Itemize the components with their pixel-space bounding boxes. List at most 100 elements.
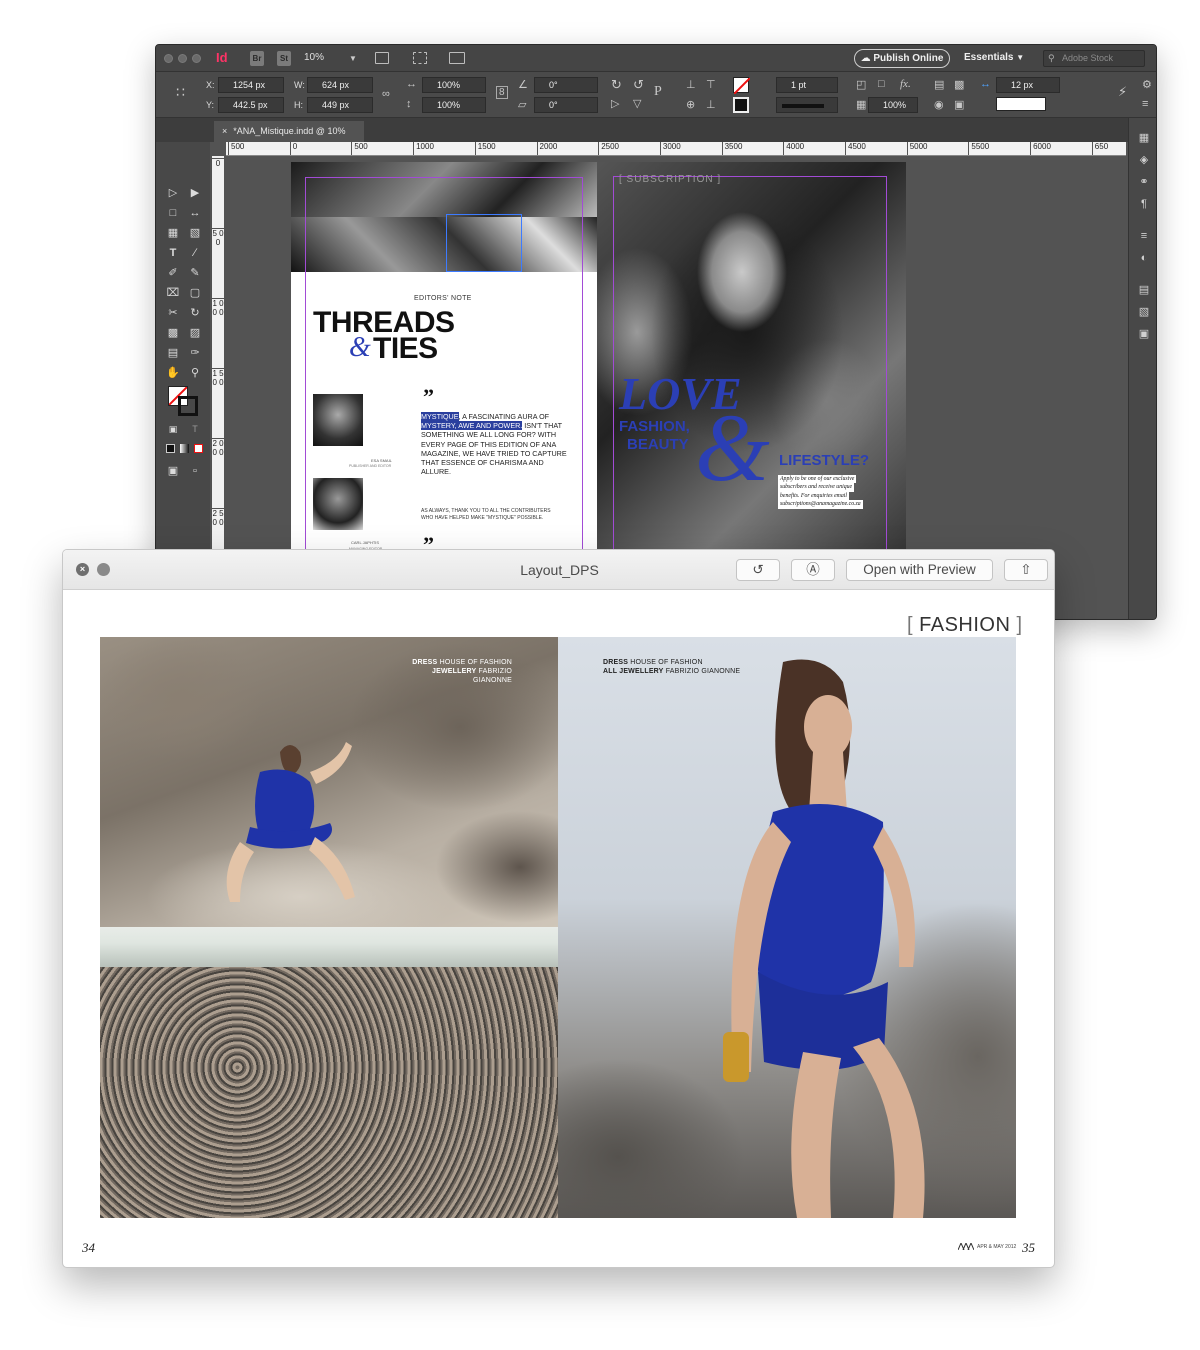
fit-frame-icon[interactable]: ▣ bbox=[954, 98, 964, 111]
y-value: 442.5 px bbox=[233, 100, 268, 110]
y-field[interactable]: 442.5 px bbox=[218, 97, 284, 113]
share-button[interactable]: ⇧ bbox=[1004, 559, 1048, 581]
align-panel-icon[interactable]: ▤ bbox=[1137, 284, 1151, 296]
gradient-swatch-tool-icon[interactable]: ▩ bbox=[166, 326, 180, 340]
swatches-panel-icon[interactable]: ◐ bbox=[1137, 252, 1151, 264]
minimize-window-button[interactable] bbox=[178, 54, 187, 63]
bridge-button[interactable]: Br bbox=[250, 51, 264, 66]
magazine-spread: [ FASHION ] DRESS HOUSE OF FASHION JEWEL… bbox=[65, 592, 1052, 1266]
rotate-angle-icon: ∠ bbox=[518, 79, 528, 91]
document-tab[interactable]: × *ANA_Mistique.indd @ 10% bbox=[214, 121, 364, 142]
preview-mode-icon[interactable]: ▫ bbox=[188, 464, 202, 478]
stroke-weight-field[interactable]: 1 pt bbox=[776, 77, 838, 93]
close-window-button[interactable] bbox=[164, 54, 173, 63]
normal-view-icon[interactable]: ▣ bbox=[166, 464, 180, 478]
shear-angle-icon: ▱ bbox=[518, 99, 527, 111]
effects-fx-icon[interactable]: fx. bbox=[900, 78, 911, 90]
free-transform-tool-icon[interactable]: ↻ bbox=[188, 306, 202, 320]
drop-shadow-icon[interactable]: □ bbox=[878, 78, 885, 90]
editors-note-kicker: EDITORS' NOTE bbox=[414, 295, 472, 302]
note-tool-icon[interactable]: ▤ bbox=[166, 346, 180, 360]
links-panel-icon[interactable]: ⚭ bbox=[1137, 176, 1151, 188]
wrap-around-icon[interactable]: ▩ bbox=[954, 78, 964, 91]
align-center-icon[interactable]: ⊕ bbox=[686, 98, 695, 111]
layers-panel-icon[interactable]: ◈ bbox=[1137, 154, 1151, 166]
distribute-icon[interactable]: ⊤ bbox=[706, 78, 716, 91]
rotate-field[interactable]: 0° bbox=[534, 77, 598, 93]
scale-x-icon: ↔ bbox=[406, 78, 417, 90]
flip-vertical-icon[interactable]: ▽ bbox=[633, 97, 641, 110]
paragraph-p-icon[interactable]: P bbox=[654, 84, 662, 100]
rotate-clockwise-icon[interactable]: ↻ bbox=[611, 77, 622, 93]
x-field[interactable]: 1254 px bbox=[218, 77, 284, 93]
frame-fitting-preview[interactable] bbox=[996, 97, 1046, 111]
align-bottom-icon[interactable]: ⊥ bbox=[706, 98, 716, 111]
scissors-tool-icon[interactable]: ✂ bbox=[166, 306, 180, 320]
direct-selection-tool-icon[interactable]: ▶ bbox=[188, 186, 202, 200]
hand-tool-icon[interactable]: ✋ bbox=[166, 366, 180, 380]
pencil-tool-icon[interactable]: ✎ bbox=[188, 266, 202, 280]
object-styles-panel-icon[interactable]: ▣ bbox=[1137, 328, 1151, 340]
width-field[interactable]: 624 px bbox=[307, 77, 373, 93]
editors-note-thanks: AS ALWAYS, THANK YOU TO ALL THE CONTRIBU… bbox=[421, 508, 551, 521]
stroke-color-swatch[interactable] bbox=[178, 396, 198, 416]
flip-horizontal-icon[interactable]: ▷ bbox=[611, 97, 619, 110]
stroke-swatch[interactable] bbox=[733, 97, 749, 113]
paragraph-panel-icon[interactable]: ¶ bbox=[1137, 198, 1151, 210]
stock-button[interactable]: St bbox=[277, 51, 291, 66]
rotate-counterclockwise-icon[interactable]: ↺ bbox=[633, 77, 644, 93]
selection-tool-icon[interactable]: ▷ bbox=[166, 186, 180, 200]
publish-online-button[interactable]: ☁ Publish Online bbox=[854, 49, 950, 68]
markup-button[interactable]: Ⓐ bbox=[791, 559, 835, 581]
height-field[interactable]: 449 px bbox=[307, 97, 373, 113]
stroke-panel-icon[interactable]: ≡ bbox=[1137, 230, 1151, 242]
line-tool-icon[interactable]: ∕ bbox=[188, 246, 202, 260]
lightning-icon[interactable]: ⚡ bbox=[1118, 84, 1127, 100]
corner-options-icon[interactable]: ◰ bbox=[856, 78, 866, 91]
screen-mode-icon[interactable] bbox=[413, 52, 427, 64]
apply-color-icon[interactable] bbox=[166, 444, 175, 453]
fill-swatch[interactable] bbox=[733, 77, 751, 95]
auto-fit-icon[interactable]: ◉ bbox=[934, 98, 944, 111]
gap-field[interactable]: 12 px bbox=[996, 77, 1060, 93]
gear-icon[interactable]: ⚙ bbox=[1142, 78, 1152, 91]
gap-tool-icon[interactable]: ↔ bbox=[188, 206, 202, 220]
close-tab-icon[interactable]: × bbox=[222, 126, 227, 136]
scale-x-field[interactable]: 100% bbox=[422, 77, 486, 93]
zoom-tool-icon[interactable]: ⚲ bbox=[188, 366, 202, 380]
scale-y-field[interactable]: 100% bbox=[422, 97, 486, 113]
text-wrap-icon[interactable]: ▤ bbox=[934, 78, 944, 91]
gradient-feather-tool-icon[interactable]: ▨ bbox=[188, 326, 202, 340]
content-collector-icon[interactable]: ▦ bbox=[166, 226, 180, 240]
formatting-text-icon[interactable]: T bbox=[188, 422, 202, 436]
arrange-documents-icon[interactable] bbox=[449, 52, 465, 64]
pathfinder-panel-icon[interactable]: ▧ bbox=[1137, 306, 1151, 318]
opacity-field[interactable]: 100% bbox=[868, 97, 918, 113]
stroke-style-select[interactable] bbox=[776, 97, 838, 113]
pages-panel-icon[interactable]: ▦ bbox=[1137, 132, 1151, 144]
rectangle-tool-icon[interactable]: ▢ bbox=[188, 286, 202, 300]
content-placer-icon[interactable]: ▧ bbox=[188, 226, 202, 240]
rotate-button[interactable]: ↺ bbox=[736, 559, 780, 581]
type-tool-icon[interactable]: T bbox=[166, 246, 180, 260]
view-options-icon[interactable] bbox=[375, 52, 389, 64]
open-with-preview-button[interactable]: Open with Preview bbox=[846, 559, 993, 581]
apply-gradient-icon[interactable] bbox=[180, 444, 189, 453]
reference-point-icon[interactable]: ∷ bbox=[176, 84, 185, 101]
constrain-link-icon[interactable]: ∞ bbox=[382, 88, 390, 100]
zoom-level[interactable]: 10% bbox=[304, 52, 324, 63]
zoom-window-button[interactable] bbox=[192, 54, 201, 63]
apply-none-icon[interactable] bbox=[194, 444, 203, 453]
constrain-scale-icon[interactable]: 8 bbox=[496, 86, 508, 99]
page-tool-icon[interactable]: □ bbox=[166, 206, 180, 220]
eyedropper-tool-icon[interactable]: ✑ bbox=[188, 346, 202, 360]
chevron-down-icon[interactable]: ▼ bbox=[349, 54, 357, 63]
stock-search-input[interactable]: ⚲ Adobe Stock bbox=[1043, 50, 1145, 67]
align-top-icon[interactable]: ⊥ bbox=[686, 78, 696, 91]
pen-tool-icon[interactable]: ✐ bbox=[166, 266, 180, 280]
shear-field[interactable]: 0° bbox=[534, 97, 598, 113]
workspace-switcher[interactable]: Essentials ▼ bbox=[964, 52, 1024, 63]
panel-menu-icon[interactable]: ≡ bbox=[1142, 98, 1148, 110]
rectangle-frame-tool-icon[interactable]: ⌧ bbox=[166, 286, 180, 300]
formatting-container-icon[interactable]: ▣ bbox=[166, 422, 180, 436]
